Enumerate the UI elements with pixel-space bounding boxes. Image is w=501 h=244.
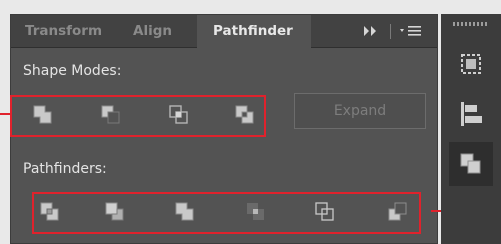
exclude-icon[interactable]: [233, 103, 257, 127]
pathfinder-panel-icon[interactable]: [449, 142, 493, 186]
dock-grip[interactable]: [453, 22, 489, 26]
expand-button[interactable]: Expand: [294, 93, 426, 129]
transform-panel-icon[interactable]: [449, 42, 493, 86]
merge-icon[interactable]: [173, 200, 197, 224]
shape-modes-label: Shape Modes:: [23, 63, 122, 79]
crop-icon[interactable]: [244, 200, 268, 224]
unite-icon[interactable]: [31, 103, 55, 127]
tab-pathfinder[interactable]: Pathfinder: [197, 15, 311, 49]
tab-align[interactable]: Align: [133, 15, 172, 48]
double-chevron-right-icon[interactable]: [363, 15, 379, 48]
tab-transform[interactable]: Transform: [25, 15, 102, 48]
divide-icon[interactable]: [38, 200, 62, 224]
pathfinders-highlight: [32, 192, 421, 234]
trim-icon[interactable]: [103, 200, 127, 224]
tab-divider: [390, 24, 391, 39]
align-panel-icon[interactable]: [449, 92, 493, 136]
outline-icon[interactable]: [313, 200, 337, 224]
panel-menu-icon[interactable]: [399, 15, 423, 48]
panel-tab-bar: Transform Align Pathfinder: [11, 15, 437, 49]
pathfinder-panel: Transform Align Pathfinder Shape Modes: …: [10, 14, 438, 244]
minus-front-icon[interactable]: [99, 103, 123, 127]
pathfinders-label: Pathfinders:: [23, 161, 107, 177]
right-panel-dock: [441, 14, 501, 244]
intersect-icon[interactable]: [167, 103, 191, 127]
shape-modes-leader-line: [0, 113, 10, 115]
minus-back-icon[interactable]: [386, 200, 410, 224]
